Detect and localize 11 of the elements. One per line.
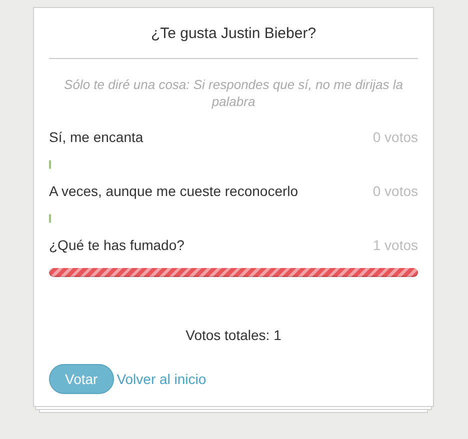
option-label: Sí, me encanta: [49, 128, 144, 146]
option-label: A veces, aunque me cueste reconocerlo: [49, 182, 298, 201]
back-link[interactable]: Volver al inicio: [116, 368, 206, 390]
vote-button[interactable]: Votar: [49, 364, 114, 394]
poll-description: Sólo te diré una cosa: Si respondes que sí, no me dirijas la palabra: [63, 76, 404, 110]
vote-count: 0 votos: [372, 182, 418, 200]
poll-title: ¿Te gusta Justin Bieber?: [150, 24, 318, 44]
vote-count: 0 votos: [372, 128, 418, 146]
option-label: ¿Qué te has fumado?: [49, 236, 184, 255]
vote-count: 1 votos: [372, 236, 418, 254]
total-votes: Votos totales: 1: [184, 326, 282, 345]
